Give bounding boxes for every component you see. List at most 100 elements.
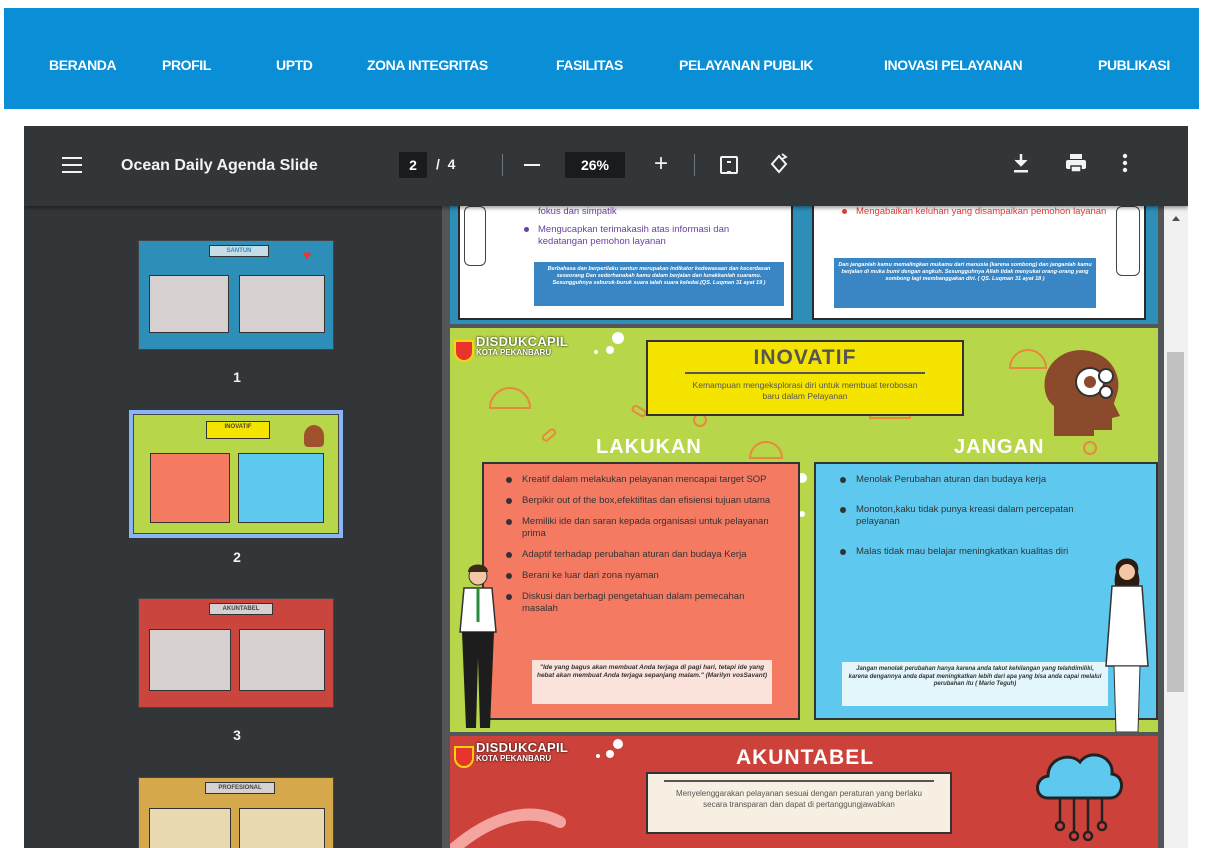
nav-profil[interactable]: PROFIL — [162, 57, 211, 73]
slide2-left-list: Kreatif dalam melakukan pelayanan mencap… — [506, 474, 776, 624]
nav-uptd[interactable]: UPTD — [276, 57, 313, 73]
head-gear-icon — [1044, 350, 1120, 436]
document-title: Ocean Daily Agenda Slide — [121, 157, 318, 174]
slide1-left-bullet: Mengucapkan terimakasih atas informasi d… — [524, 224, 774, 248]
title-underline — [685, 372, 925, 374]
page-count: / 4 — [436, 156, 455, 172]
slide2-right-list: Menolak Perubahan aturan dan budaya kerj… — [840, 474, 1110, 567]
list-item: Kreatif dalam melakukan pelayanan mencap… — [506, 474, 776, 486]
nav-fasilitas[interactable]: FASILITAS — [556, 57, 623, 73]
nav-zona-integritas[interactable]: ZONA INTEGRITAS — [367, 57, 488, 73]
list-item: Berpikir out of the box,efektifitas dan … — [506, 495, 776, 507]
fit-page-icon[interactable] — [720, 156, 738, 174]
pdf-viewer: Ocean Daily Agenda Slide 2 / 4 26% + SAN… — [24, 126, 1188, 848]
slide2-left-quote: "Ide yang bagus akan membuat Anda terjag… — [532, 660, 772, 704]
zoom-input[interactable]: 26% — [565, 152, 625, 178]
slide3-subtitle-box: Menyelenggarakan pelayanan sesuai dengan… — [646, 772, 952, 834]
list-item: Monoton,kaku tidak punya kreasi dalam pe… — [840, 504, 1110, 528]
rotate-icon[interactable] — [768, 153, 790, 181]
slide1-right-bullet: Mengabaikan keluhan yang disampaikan pem… — [842, 206, 1142, 218]
list-item: Menolak Perubahan aturan dan budaya kerj… — [840, 474, 1110, 486]
page-thumbnail-4[interactable]: PROFESIONAL — [138, 777, 334, 848]
slide1-left-bullet-text: Mengucapkan terimakasih atas informasi d… — [538, 224, 730, 247]
list-item: Memiliki ide dan saran kepada organisasi… — [506, 516, 776, 540]
total-pages: 4 — [447, 156, 456, 172]
pekanbaru-logo — [454, 340, 474, 362]
title-underline — [664, 780, 934, 782]
slide2-subtitle: Kemampuan mengeksplorasi diri untuk memb… — [692, 380, 918, 401]
thumbnail-sidebar: SANTUN ♥ 1 INOVATIF 2 AKUNTABEL 3 PROFES… — [24, 206, 442, 848]
vertical-scrollbar[interactable] — [1164, 206, 1188, 848]
list-item: Malas tidak mau belajar meningkatkan kua… — [840, 546, 1110, 558]
slide1-left-quote: Berbahasa dan berperilaku santun merupak… — [534, 262, 784, 306]
thumbnail-title-box: SANTUN — [209, 245, 269, 257]
site-top-nav: BERANDA PROFIL UPTD ZONA INTEGRITAS FASI… — [4, 8, 1199, 109]
slide2-right-heading: JANGAN — [954, 436, 1045, 458]
slide3-title: AKUNTABEL — [735, 746, 875, 769]
thumbnail-number-3: 3 — [233, 727, 241, 743]
zoom-out-icon[interactable] — [524, 164, 540, 166]
bullet-dot — [524, 227, 529, 232]
thumbnail-panel-left — [149, 808, 231, 848]
brand-line1: DISDUKCAPIL — [476, 740, 569, 755]
list-item: Diskusi dan berbagi pengetahuan dalam pe… — [506, 591, 776, 615]
thumbnail-number-1: 1 — [233, 369, 241, 385]
brand-line1: DISDUKCAPIL — [476, 334, 569, 349]
thumbnail-number-2: 2 — [233, 549, 241, 565]
menu-icon[interactable] — [62, 157, 82, 173]
slide-3-akuntabel: DISDUKCAPIL KOTA PEKANBARU AKUNTABEL Men… — [450, 736, 1158, 848]
thumbnail-panel-right — [239, 629, 325, 691]
scrollbar-thumb[interactable] — [1167, 352, 1184, 692]
slide2-title: INOVATIF — [753, 346, 857, 369]
thumbnail-title-box: INOVATIF — [206, 421, 270, 439]
brand-text: DISDUKCAPIL KOTA PEKANBARU — [476, 334, 569, 358]
thumbnail-panel-left — [149, 275, 229, 333]
more-vert-icon[interactable] — [1122, 152, 1128, 179]
slide1-right-bullet-text: Mengabaikan keluhan yang disampaikan pem… — [856, 206, 1107, 217]
slide1-left-bullet-top: fokus dan simpatik — [538, 206, 617, 217]
page-separator: / — [436, 156, 440, 172]
brand-text: DISDUKCAPIL KOTA PEKANBARU — [476, 740, 569, 764]
slide3-subtitle: Menyelenggarakan pelayanan sesuai dengan… — [676, 789, 922, 809]
slide-1-tail: fokus dan simpatik Mengucapkan terimakas… — [450, 206, 1158, 324]
slide-2-inovatif: DISDUKCAPIL KOTA PEKANBARU INOVATIF Kema… — [450, 328, 1158, 732]
zoom-in-icon[interactable]: + — [654, 152, 668, 176]
thumbnail-panel-right — [239, 808, 325, 848]
person-illustration-1 — [464, 206, 486, 266]
page-thumbnail-3[interactable]: AKUNTABEL — [138, 598, 334, 708]
list-item: Adaptif terhadap perubahan aturan dan bu… — [506, 549, 776, 561]
thumbnail-panel-left — [150, 453, 230, 523]
nav-pelayanan-publik[interactable]: PELAYANAN PUBLIK — [679, 57, 814, 73]
list-item: Berani ke luar dari zona nyaman — [506, 570, 776, 582]
pdf-toolbar: Ocean Daily Agenda Slide 2 / 4 26% + — [24, 126, 1188, 206]
thumbnail-panel-right — [239, 275, 325, 333]
download-icon[interactable] — [1012, 152, 1030, 179]
pekanbaru-logo — [454, 746, 474, 768]
thumbnail-panel-left — [149, 629, 231, 691]
nav-beranda[interactable]: BERANDA — [49, 57, 117, 73]
toolbar-divider — [694, 154, 695, 176]
print-icon[interactable] — [1065, 152, 1087, 179]
nav-publikasi[interactable]: PUBLIKASI — [1098, 57, 1170, 73]
thumbnail-title-box: AKUNTABEL — [209, 603, 273, 615]
heart-icon: ♥ — [303, 247, 312, 263]
cloud-circuit-icon — [1036, 753, 1123, 842]
nav-inovasi-pelayanan[interactable]: INOVASI PELAYANAN — [884, 57, 1023, 73]
page-thumbnail-2[interactable]: INOVATIF — [129, 410, 343, 538]
person-illustration-right — [1105, 558, 1149, 732]
slide2-title-box: INOVATIF Kemampuan mengeksplorasi diri u… — [646, 340, 964, 416]
head-gear-icon — [304, 425, 324, 447]
person-illustration-2 — [1116, 206, 1140, 276]
slide1-right-quote: Dan janganlah kamu memalingkan mukamu da… — [834, 258, 1096, 308]
scroll-up-arrow-icon[interactable] — [1172, 216, 1180, 221]
page-number-input[interactable]: 2 — [399, 152, 427, 178]
slide2-left-heading: LAKUKAN — [596, 436, 702, 458]
thumbnail-title-box: PROFESIONAL — [205, 782, 275, 794]
document-pages: fokus dan simpatik Mengucapkan terimakas… — [450, 206, 1164, 848]
page-thumbnail-1[interactable]: SANTUN ♥ — [138, 240, 334, 350]
slide2-right-quote: Jangan menolak perubahan hanya karena an… — [842, 662, 1108, 706]
person-illustration-left — [459, 564, 497, 728]
toolbar-divider — [502, 154, 503, 176]
thumbnail-panel-right — [238, 453, 324, 523]
bullet-dot — [842, 209, 847, 214]
